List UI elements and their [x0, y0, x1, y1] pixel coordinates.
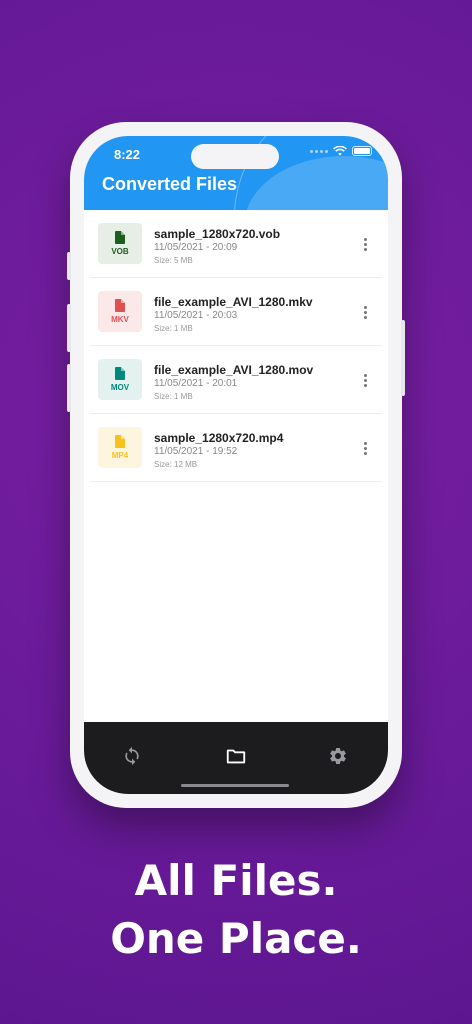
gear-icon: [329, 748, 346, 764]
file-size: Size: 1 MB: [154, 392, 193, 401]
more-options-icon[interactable]: [364, 238, 368, 251]
file-row[interactable]: MOV file_example_AVI_1280.mov 11/05/2021 -…: [90, 346, 382, 414]
file-icon: [115, 435, 125, 448]
status-icons: [310, 146, 372, 156]
file-type-badge: MKV: [98, 291, 142, 332]
wifi-icon: [333, 146, 347, 156]
file-row[interactable]: MKV file_example_AVI_1280.mkv 11/05/2021 -…: [90, 278, 382, 346]
file-row[interactable]: MP4 sample_1280x720.mp4 11/05/2021 - 19:52…: [90, 414, 382, 482]
page-title: Converted Files: [102, 174, 238, 194]
file-type-badge: VOB: [98, 223, 142, 264]
signal-icon: [310, 149, 328, 153]
file-size: Size: 5 MB: [154, 256, 193, 265]
file-extension: MOV: [110, 383, 130, 392]
tagline-line-2: One Place.: [110, 914, 362, 963]
file-date: 11/05/2021 - 19:52: [154, 446, 238, 457]
file-type-badge: MOV: [98, 359, 142, 400]
file-size: Size: 1 MB: [154, 324, 193, 333]
tab-convert[interactable]: [120, 744, 144, 768]
file-date: 11/05/2021 - 20:09: [154, 242, 238, 253]
file-name: file_example_AVI_1280.mov: [154, 363, 314, 377]
mute-switch: [67, 252, 71, 280]
file-icon: [115, 299, 125, 312]
app-screen: 8:22 Converted Files VOB sample_1280x720.…: [84, 136, 388, 794]
more-options-icon[interactable]: [364, 374, 368, 387]
tagline-line-1: All Files.: [134, 856, 338, 905]
more-options-icon[interactable]: [364, 306, 368, 319]
tagline: All Files. One Place.: [0, 852, 472, 968]
file-type-badge: MP4: [98, 427, 142, 468]
tab-settings[interactable]: [326, 744, 350, 768]
volume-down-button: [67, 364, 71, 412]
status-time: 8:22: [114, 147, 141, 162]
file-list: VOB sample_1280x720.vob 11/05/2021 - 20:09…: [84, 210, 388, 482]
file-date: 11/05/2021 - 20:01: [154, 378, 238, 389]
file-extension: MKV: [111, 315, 129, 324]
dynamic-island: [191, 144, 279, 169]
file-date: 11/05/2021 - 20:03: [154, 310, 238, 321]
sync-icon: [125, 746, 139, 766]
file-name: sample_1280x720.vob: [154, 227, 281, 241]
tab-bar: [84, 722, 388, 794]
file-name: file_example_AVI_1280.mkv: [154, 295, 313, 309]
battery-icon: [352, 146, 372, 156]
file-name: sample_1280x720.mp4: [154, 431, 284, 445]
file-extension: MP4: [111, 451, 129, 460]
power-button: [401, 320, 405, 396]
home-indicator: [181, 784, 289, 787]
volume-up-button: [67, 304, 71, 352]
phone-frame: 8:22 Converted Files VOB sample_1280x720.…: [67, 122, 405, 808]
file-icon: [115, 367, 125, 380]
more-options-icon[interactable]: [364, 442, 368, 455]
file-icon: [115, 231, 125, 244]
folder-icon: [226, 749, 246, 764]
file-extension: VOB: [111, 247, 129, 256]
file-size: Size: 12 MB: [154, 460, 198, 469]
file-row[interactable]: VOB sample_1280x720.vob 11/05/2021 - 20:09…: [90, 210, 382, 278]
tab-files[interactable]: [224, 744, 248, 768]
app-header: 8:22 Converted Files: [84, 136, 388, 210]
